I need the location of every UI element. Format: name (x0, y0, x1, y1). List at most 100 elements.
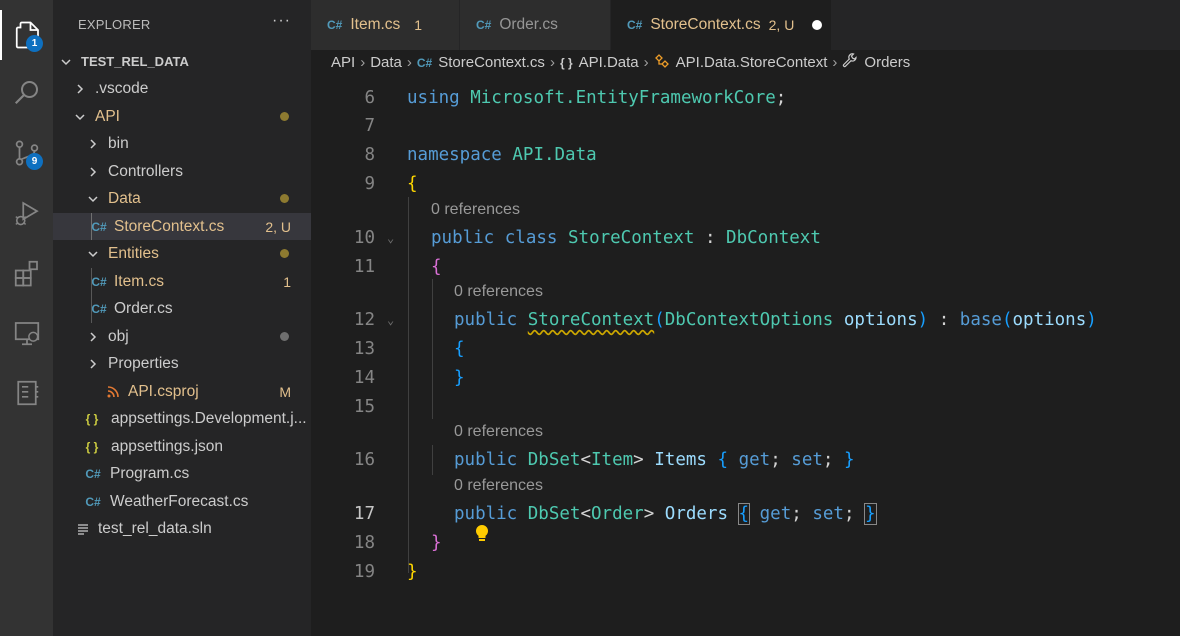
run-debug-activity-button[interactable] (0, 188, 53, 238)
code-line: 12 ⌄ public StoreContext(DbContextOption… (311, 306, 1180, 334)
codelens-references[interactable]: 0 references (454, 423, 543, 441)
code-line: 13 { (311, 335, 1180, 363)
tree-item-obj[interactable]: obj (53, 323, 311, 350)
notebook-icon (16, 380, 38, 406)
fold-chevron-icon[interactable]: ⌄ (387, 313, 394, 327)
explorer-activity-button[interactable]: 1 (0, 10, 53, 60)
code-line: 7 (311, 112, 1180, 140)
explorer-sidebar: EXPLORER ··· TEST_REL_DATA .vscode API b… (53, 0, 311, 636)
matched-bracket: } (864, 503, 877, 525)
code-text: public DbSet<Order> Orders { get; set; } (454, 503, 877, 525)
search-activity-button[interactable] (0, 67, 53, 117)
codelens-references[interactable]: 0 references (454, 477, 543, 495)
brace: { (407, 174, 418, 194)
tree-item-program[interactable]: C# Program.cs (53, 460, 311, 487)
token: DbContextOptions (664, 310, 834, 330)
token: ; (775, 88, 787, 108)
more-actions-icon[interactable]: ··· (272, 12, 291, 30)
token: DbSet (527, 504, 581, 524)
code-line: 11 { (311, 253, 1180, 281)
breadcrumb-item[interactable]: Data (370, 54, 402, 71)
code-editor[interactable]: 6 using Microsoft.EntityFrameworkCore; 7… (311, 75, 1180, 636)
breadcrumb-item[interactable]: StoreContext.cs (438, 54, 545, 71)
breadcrumb-item[interactable]: API.Data.StoreContext (676, 54, 828, 71)
tab-order-cs[interactable]: C# Order.cs (460, 0, 610, 50)
csharp-file-icon: C# (416, 55, 433, 70)
file-status: 1 (283, 273, 291, 290)
workspace-root[interactable]: TEST_REL_DATA (53, 48, 311, 75)
tree-item-label: bin (108, 134, 129, 152)
breadcrumb-item[interactable]: API.Data (579, 54, 639, 71)
source-control-activity-button[interactable]: 9 (0, 128, 53, 178)
tree-item-bin[interactable]: bin (53, 130, 311, 157)
line-number: 18 (353, 533, 375, 553)
codelens-references[interactable]: 0 references (454, 283, 543, 301)
chevron-down-icon (86, 247, 100, 261)
tree-item-data[interactable]: Data (53, 185, 311, 212)
unsaved-dot-icon[interactable] (812, 20, 823, 30)
tree-item-appsettings-dev[interactable]: { } appsettings.Development.j... (53, 405, 311, 432)
indent-guide (91, 213, 92, 240)
line-number: 16 (353, 450, 375, 470)
code-line: 14 } (311, 364, 1180, 392)
fold-chevron-icon[interactable]: ⌄ (387, 231, 394, 245)
tree-item-label: obj (108, 327, 129, 345)
line-number: 14 (353, 368, 375, 388)
search-icon (14, 81, 38, 105)
tab-status: 2, U (768, 17, 795, 33)
codelens-references[interactable]: 0 references (431, 201, 520, 219)
csharp-file-icon: C# (627, 18, 643, 32)
tree-item-label: Controllers (108, 162, 183, 180)
line-number: 12 (353, 310, 375, 330)
tree-item-entities[interactable]: Entities (53, 240, 311, 267)
tab-item-cs[interactable]: C# Item.cs 1 (311, 0, 459, 50)
brace: { (454, 339, 465, 359)
tree-item-label: API (95, 107, 120, 125)
token: options (1012, 310, 1087, 330)
token: API.Data (512, 145, 597, 165)
notebook-activity-button[interactable] (0, 368, 53, 418)
token: set (791, 450, 823, 470)
tree-item-api[interactable]: API (53, 103, 311, 130)
token: ) (917, 310, 929, 330)
tree-item-properties[interactable]: Properties (53, 350, 311, 377)
chevron-right-icon: › (406, 54, 412, 71)
token: public (454, 504, 518, 524)
tree-item-label: Item.cs (114, 272, 164, 290)
extensions-icon (14, 260, 38, 287)
line-number: 8 (364, 145, 375, 165)
breadcrumb-item[interactable]: Orders (864, 54, 910, 71)
chevron-right-icon (86, 330, 100, 344)
extensions-activity-button[interactable] (0, 248, 53, 298)
code-text: using Microsoft.EntityFrameworkCore; (407, 88, 786, 108)
tree-item-sln[interactable]: test_rel_data.sln (53, 515, 311, 542)
token: DbSet (527, 450, 581, 470)
token: Item (591, 450, 634, 470)
breadcrumb-item[interactable]: API (331, 54, 355, 71)
line-number: 10 (353, 228, 375, 248)
csharp-file-icon: C# (85, 494, 101, 509)
code-text: public class StoreContext : DbContext (431, 228, 821, 248)
namespace-icon: { } (559, 55, 573, 70)
tree-item-api-csproj[interactable]: API.csproj M (53, 378, 311, 405)
chevron-right-icon (73, 82, 87, 96)
token: ( (654, 310, 665, 330)
token: Microsoft.EntityFrameworkCore (470, 88, 776, 108)
tree-item-weatherforecast[interactable]: C# WeatherForecast.cs (53, 488, 311, 515)
token: } (843, 450, 855, 470)
matched-bracket: { (737, 503, 751, 525)
remote-explorer-activity-button[interactable] (0, 308, 53, 358)
tree-item-label: StoreContext.cs (114, 217, 225, 235)
tree-item-appsettings[interactable]: { } appsettings.json (53, 433, 311, 460)
tab-storecontext-cs[interactable]: C# StoreContext.cs 2, U (611, 0, 831, 50)
tree-item-controllers[interactable]: Controllers (53, 158, 311, 185)
csharp-file-icon: C# (476, 18, 492, 32)
token: { (717, 450, 729, 470)
workspace-root-label: TEST_REL_DATA (81, 54, 189, 69)
code-text: public DbSet<Item> Items { get; set; } (454, 450, 855, 470)
tab-label: StoreContext.cs (650, 16, 761, 33)
tree-item-vscode[interactable]: .vscode (53, 75, 311, 102)
rss-file-icon (105, 385, 121, 398)
token: ; (770, 450, 781, 470)
token: get (738, 450, 771, 470)
